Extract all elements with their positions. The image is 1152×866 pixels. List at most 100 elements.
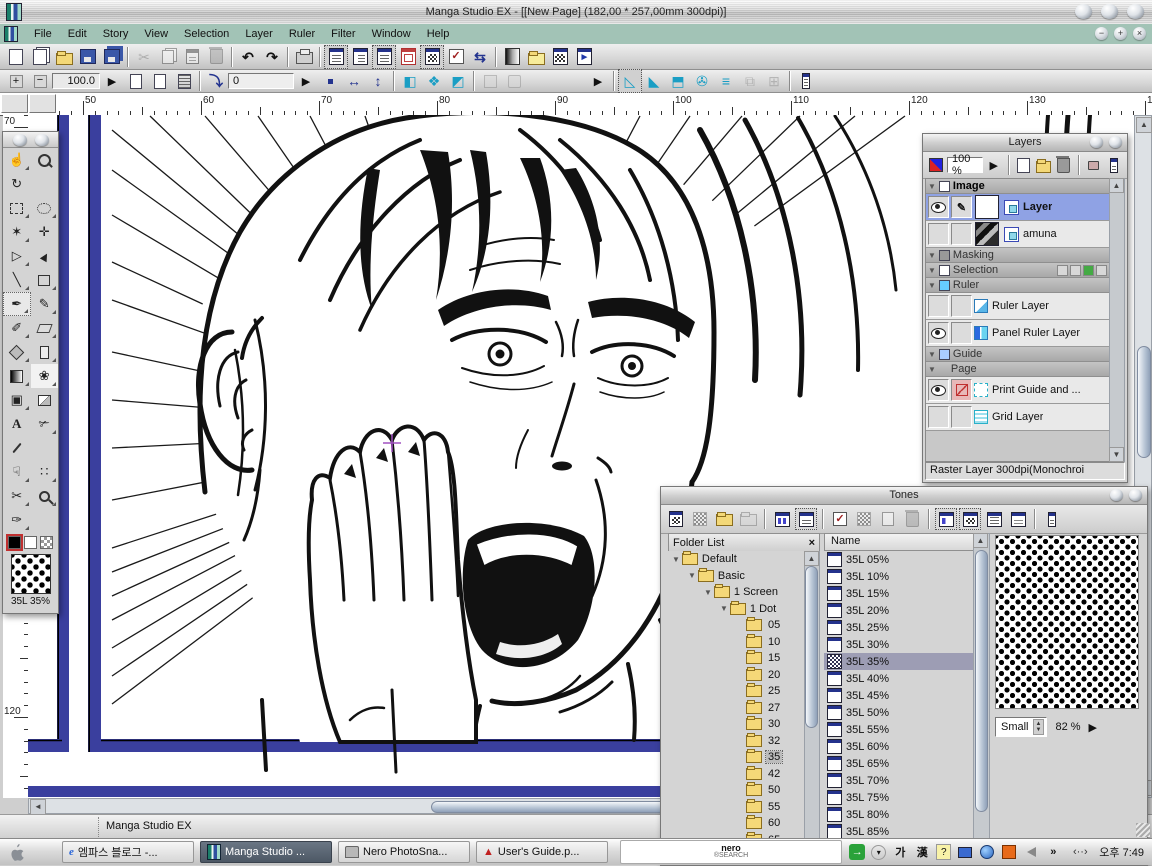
tone-item-35L-05[interactable]: 35L 05% [824,551,975,568]
draw-color-black-swatch[interactable] [8,536,21,549]
ruler-grid-button[interactable]: ⧉ [738,69,762,93]
layer-row-ruler-layer[interactable]: Ruler Layer [926,293,1110,320]
zoom-out-button[interactable]: − [28,69,52,93]
menu-file[interactable]: File [26,28,60,40]
tone-list-scrollbar[interactable]: ▲ [973,533,990,865]
layer-row-print-guide[interactable]: Print Guide and ... [926,377,1110,404]
undo-button[interactable]: ↶ [236,45,260,69]
zoom-presets-arrow[interactable]: ▶ [100,69,124,93]
layer-name[interactable]: Print Guide and ... [992,384,1081,396]
eyedropper-tool[interactable] [3,436,31,460]
ruler-3d-button[interactable]: ⬒ [666,69,690,93]
tree-folder-42[interactable]: 42 [668,766,806,783]
tree-folder-1-screen[interactable]: ▼1 Screen [668,584,806,601]
prev-page-button[interactable] [124,69,148,93]
paste-button[interactable] [180,45,204,69]
text-tool[interactable]: A [3,412,31,436]
snap-ruler-button[interactable]: ◧ [398,69,422,93]
switch-palette-button[interactable]: ⇆ [468,45,492,69]
list-scroll-up[interactable]: ▲ [973,533,988,548]
tone-item-35L-70[interactable]: 35L 70% [824,772,975,789]
zoom-value-field[interactable]: 100.0 [52,73,100,89]
tone-item-35L-45[interactable]: 35L 45% [824,687,975,704]
menu-view[interactable]: View [136,28,176,40]
rotate-canvas-tool[interactable]: ↻ [3,172,31,196]
display-settings-icon[interactable] [957,844,973,860]
folder-tree-scrollbar[interactable]: ▲ [804,551,820,861]
new-story-button[interactable] [28,45,52,69]
layers-collapse-button[interactable] [1109,136,1122,148]
visibility-cell[interactable] [928,379,949,401]
ruler-pen-tool[interactable]: ✑ [3,508,31,532]
window-button-3[interactable] [1127,4,1144,19]
layer-name[interactable]: Ruler Layer [992,300,1049,312]
decoration-tool[interactable]: ❀ [31,364,59,388]
layer-name[interactable]: Layer [1023,201,1052,213]
tree-scroll-up[interactable]: ▲ [804,551,819,566]
horizontal-ruler[interactable]: 5060708090100110120130140 [0,93,1152,116]
flip-horizontal-button[interactable]: ↔ [342,69,366,93]
menu-selection[interactable]: Selection [176,28,237,40]
layer-row-layer[interactable]: ✎ Layer [926,194,1110,221]
volume-tray-icon[interactable] [1023,844,1039,860]
toggle-navigator-palette-button[interactable] [372,45,396,69]
layer-color-display-button[interactable] [927,154,945,176]
scatter-tool[interactable]: ∷ [31,460,59,484]
open-button[interactable] [52,45,76,69]
menu-layer[interactable]: Layer [237,28,281,40]
task-nero[interactable]: Nero PhotoSna... [338,841,470,863]
materials-button[interactable] [524,45,548,69]
pages-button[interactable] [172,69,196,93]
tone-item-35L-40[interactable]: 35L 40% [824,670,975,687]
select-panel-button[interactable] [478,69,502,93]
reset-view-button[interactable] [318,69,342,93]
task-ie[interactable]: e엠파스 블로그 -... [62,841,194,863]
save-button[interactable] [76,45,100,69]
scroll-left-arrow[interactable]: ◄ [30,799,46,815]
show-preview-view-button[interactable] [959,508,981,530]
menu-story[interactable]: Story [95,28,137,40]
draw-color-white-swatch[interactable] [24,536,37,549]
pen-tool[interactable]: ✒ [3,292,31,316]
draw-cell[interactable] [951,223,972,245]
tone-item-35L-30[interactable]: 35L 30% [824,636,975,653]
preview-size-select[interactable]: Small ▲▼ [995,717,1047,737]
tree-folder-27[interactable]: 27 [668,700,806,717]
ruler-pen-mode-button[interactable]: ◺ [618,69,642,93]
draw-cell[interactable] [951,322,972,344]
toggle-tones-palette-button[interactable] [420,45,444,69]
toggle-tools-palette-button[interactable] [324,45,348,69]
tree-folder-32[interactable]: 32 [668,733,806,750]
rotate-view-icon[interactable]: ⤵ [204,69,228,93]
menu-window[interactable]: Window [364,28,419,40]
redo-button[interactable]: ↷ [260,45,284,69]
save-all-button[interactable] [100,45,124,69]
layers-scrollbar[interactable]: ▲ ▼ [1109,178,1125,462]
gradation-tool[interactable] [3,364,31,388]
selection-icon-1[interactable] [1057,265,1068,276]
globe-tray-icon[interactable] [979,844,995,860]
no-draw-cell[interactable] [951,379,972,401]
layer-row-grid[interactable]: Grid Layer [926,404,1110,431]
thumbnail-view-button[interactable] [771,508,793,530]
layers-scroll-up[interactable]: ▲ [1109,178,1124,193]
tools-palette-titlebar[interactable] [3,132,58,148]
show-folders-view-button[interactable] [935,508,957,530]
vertical-scroll-thumb[interactable] [1137,346,1151,458]
marker-tool[interactable]: ✐ [3,316,31,340]
tone-properties-button[interactable]: ✓ [829,508,851,530]
apply-tone-button[interactable] [689,508,711,530]
nero-search-go-icon[interactable]: → [849,844,865,860]
selection-store-icon[interactable] [1083,265,1094,276]
new-page-button[interactable] [4,45,28,69]
tone-item-35L-20[interactable]: 35L 20% [824,602,975,619]
next-page-button[interactable] [148,69,172,93]
lock-layer-button[interactable] [1085,154,1103,176]
actions-button[interactable]: ► [572,45,596,69]
layer-name[interactable]: Grid Layer [992,411,1043,423]
tray-dropdown-icon[interactable]: ▾ [871,845,886,860]
tone-item-35L-55[interactable]: 35L 55% [824,721,975,738]
tree-folder-basic[interactable]: ▼Basic [668,568,806,585]
ime-help-icon[interactable]: ? [936,844,951,860]
tone-item-35L-25[interactable]: 35L 25% [824,619,975,636]
